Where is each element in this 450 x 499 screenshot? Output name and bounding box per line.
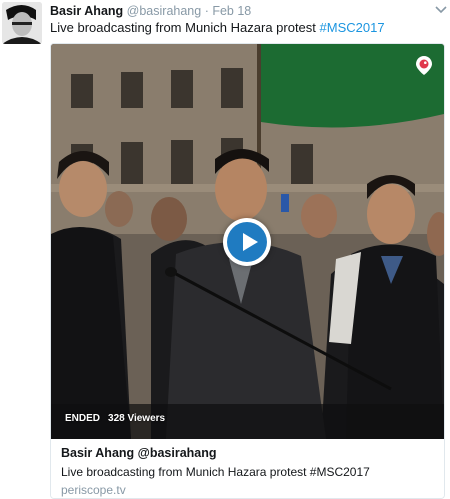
card-description: Live broadcasting from Munich Hazara pro… [61, 465, 370, 479]
card-info[interactable]: Basir Ahang @basirahang Live broadcastin… [51, 439, 444, 498]
avatar-image [2, 2, 42, 44]
tweet-text-body: Live broadcasting from Munich Hazara pro… [50, 20, 320, 35]
video-thumbnail[interactable]: ENDED 328 Viewers [51, 44, 444, 439]
periscope-icon [413, 54, 435, 76]
play-icon [227, 222, 267, 262]
timestamp[interactable]: Feb 18 [212, 4, 251, 18]
card-domain: periscope.tv [61, 483, 126, 497]
avatar[interactable] [2, 2, 42, 44]
broadcast-status: ENDED 328 Viewers [65, 413, 165, 424]
status-label: ENDED [65, 413, 101, 424]
author-name[interactable]: Basir Ahang [50, 4, 123, 18]
separator-dot: · [204, 4, 209, 18]
hashtag-link[interactable]: #MSC2017 [320, 20, 385, 35]
play-button[interactable] [223, 218, 271, 266]
card-title: Basir Ahang @basirahang [61, 446, 217, 460]
chevron-down-icon[interactable] [434, 3, 448, 15]
periscope-card[interactable]: ENDED 328 Viewers Basir Ahang @basirahang… [50, 43, 445, 499]
tweet: Basir Ahang @basirahang · Feb 18 Live br… [0, 0, 450, 499]
viewer-count: 328 Viewers [108, 413, 166, 424]
tweet-header: Basir Ahang @basirahang · Feb 18 [50, 3, 251, 19]
tweet-text: Live broadcasting from Munich Hazara pro… [50, 20, 385, 36]
author-handle[interactable]: @basirahang [127, 4, 202, 18]
